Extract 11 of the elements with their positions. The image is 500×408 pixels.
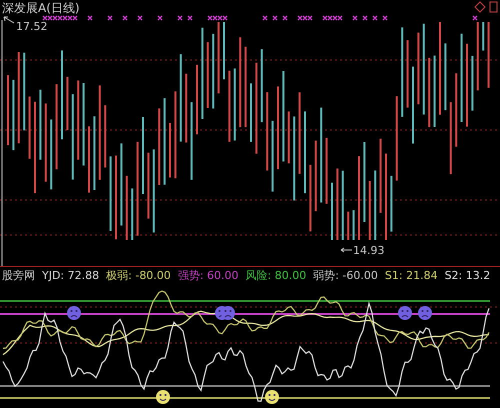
indicator-value: 弱势: -60.00 — [313, 268, 378, 282]
indicator-value: S2: 13.2 — [444, 268, 490, 282]
indicator-value: YJD: 72.88 — [42, 268, 100, 282]
low-price-label: 14.93 — [353, 244, 384, 257]
indicator-value: 极弱: -80.00 — [106, 268, 171, 282]
indicator-value: 强势: 60.00 — [178, 268, 239, 282]
indicator-value: 风险: 80.00 — [246, 268, 306, 282]
chart-title: 深发展A(日线) — [2, 1, 80, 15]
indicator-value: S1: 21.84 — [384, 268, 438, 282]
indicator-name: 股旁网 — [2, 268, 35, 282]
high-price-label: 17.52 — [16, 20, 48, 33]
